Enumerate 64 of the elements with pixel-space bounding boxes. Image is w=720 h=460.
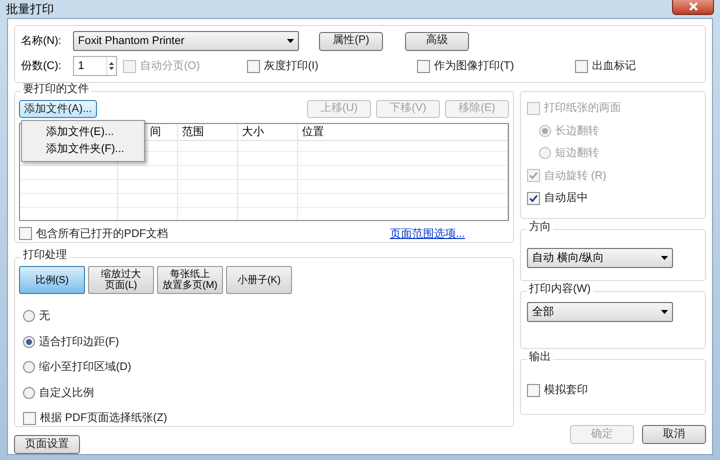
copies-label: 份数(C): — [21, 58, 62, 74]
dropdown[interactable]: 全部 — [527, 302, 673, 322]
column-header[interactable]: 范围 — [178, 124, 237, 141]
checkbox-label: 模拟套印 — [544, 382, 588, 398]
radio-label: 自定义比例 — [39, 386, 94, 400]
copies-spinner[interactable]: 1 — [73, 56, 117, 76]
checkbox[interactable] — [23, 412, 36, 425]
radio-button[interactable] — [23, 361, 35, 374]
copies-value: 1 — [77, 59, 86, 74]
checkbox-label: 出血标记 — [592, 58, 636, 74]
name-label: 名称(N): — [21, 34, 62, 49]
checkbox-label: 根据 PDF页面选择纸张(Z) — [40, 411, 168, 426]
caret-icon — [661, 256, 668, 260]
dropdown-value: 全部 — [532, 304, 554, 320]
checkbox[interactable] — [527, 192, 540, 205]
dropdown-value: Foxit Phantom Printer — [78, 34, 184, 49]
caret-icon — [287, 39, 294, 43]
tab[interactable]: 比例(S) — [19, 266, 85, 294]
checkbox-label: 自动分页(O) — [140, 58, 200, 74]
checkbox-label: 自动居中 — [544, 191, 588, 206]
dialog-button[interactable]: 取消 — [642, 425, 706, 444]
dropdown[interactable]: Foxit Phantom Printer — [73, 31, 299, 51]
checkbox-label: 自动旋转 (R) — [544, 168, 606, 184]
radio-label: 短边翻转 — [555, 146, 599, 161]
radio-button[interactable] — [23, 310, 35, 322]
page-setup-button[interactable]: 页面设置 — [14, 435, 80, 454]
group-title: 方向 — [527, 222, 553, 233]
column-header[interactable]: 大小 — [238, 124, 297, 141]
radio-button[interactable] — [23, 386, 35, 399]
page-range-link[interactable]: 页面范围选项... — [390, 226, 465, 242]
checkbox-label: 作为图像打印(T) — [434, 58, 514, 74]
checkbox[interactable] — [527, 384, 540, 397]
tab[interactable]: 缩放过大 页面(L) — [88, 266, 154, 294]
group-title: 打印内容(W) — [527, 284, 593, 295]
dropdown[interactable]: 自动 横向/纵向 — [527, 248, 673, 268]
close-button[interactable] — [672, 0, 714, 15]
checkbox[interactable] — [247, 60, 260, 72]
column-header[interactable]: 位置 — [298, 124, 507, 141]
radio-label: 适合打印边距(F) — [39, 334, 120, 350]
radio-label: 缩小至打印区域(D) — [39, 360, 132, 375]
tab[interactable]: 每张纸上 放置多页(M) — [157, 266, 223, 294]
checkbox-label: 包含所有已打开的PDF文档 — [36, 226, 168, 242]
close-icon — [688, 2, 698, 10]
group-title: 打印处理 — [21, 250, 69, 261]
checkbox[interactable] — [575, 60, 588, 72]
window-title: 批量打印 — [6, 1, 54, 18]
checkbox-label: 灰度打印(I) — [264, 58, 318, 74]
menu-item[interactable]: 添加文件夹(F)... — [22, 141, 144, 158]
spin-up-icon — [109, 62, 114, 65]
radio-label: 长边翻转 — [555, 124, 599, 138]
checkbox-label: 打印纸张的两面 — [544, 101, 621, 116]
group-title: 要打印的文件 — [21, 84, 91, 95]
properties-button[interactable]: 属性(P) — [319, 32, 383, 50]
tab[interactable]: 小册子(K) — [226, 266, 292, 294]
radio-button[interactable] — [23, 336, 35, 348]
caret-icon — [661, 310, 668, 314]
add-file-button[interactable]: 添加文件(A)... — [19, 100, 97, 118]
checkbox[interactable] — [19, 227, 32, 240]
checkbox[interactable] — [417, 60, 430, 72]
dropdown-value: 自动 横向/纵向 — [532, 250, 604, 266]
advanced-button[interactable]: 高级 — [405, 32, 469, 50]
radio-label: 无 — [39, 309, 50, 324]
spin-down-icon — [109, 67, 114, 70]
group-title: 输出 — [527, 352, 553, 363]
